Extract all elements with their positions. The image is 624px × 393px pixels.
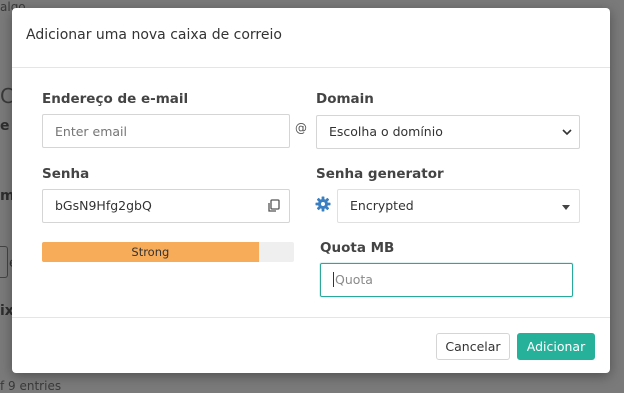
caret-down-icon <box>562 205 570 210</box>
background-label-fragment: e <box>0 118 10 134</box>
password-label: Senha <box>42 166 90 182</box>
domain-select[interactable]: Escolha o domínio <box>316 115 580 149</box>
chevron-down-icon <box>562 129 572 136</box>
password-generator-select[interactable]: Encrypted <box>337 189 580 223</box>
modal-title: Adicionar uma nova caixa de correio <box>26 27 282 43</box>
password-strength-text: Strong <box>131 245 170 259</box>
password-generator-value: Encrypted <box>350 198 414 213</box>
background-select-fragment <box>0 246 8 278</box>
password-value: bGsN9Hfg2gbQ <box>55 198 152 213</box>
domain-label: Domain <box>316 91 374 107</box>
password-field[interactable]: bGsN9Hfg2gbQ <box>42 189 290 223</box>
add-mailbox-modal: Adicionar uma nova caixa de correio Ende… <box>12 8 610 373</box>
password-generator-label: Senha generator <box>316 166 444 182</box>
background-entries-text: f 9 entries <box>0 379 62 393</box>
text-cursor <box>333 272 334 287</box>
quota-label: Quota MB <box>320 240 395 256</box>
email-input[interactable] <box>42 114 290 148</box>
copy-icon[interactable] <box>267 199 281 213</box>
cancel-button[interactable]: Cancelar <box>436 333 510 360</box>
email-label: Endereço de e-mail <box>42 91 189 107</box>
quota-input[interactable]: Quota <box>320 263 573 297</box>
add-button[interactable]: Adicionar <box>517 333 595 360</box>
quota-placeholder: Quota <box>335 272 373 287</box>
gear-icon[interactable] <box>315 196 331 212</box>
modal-header: Adicionar uma nova caixa de correio <box>12 8 610 68</box>
domain-select-value: Escolha o domínio <box>329 124 443 139</box>
at-sign: @ <box>295 121 307 135</box>
password-strength-bar: Strong <box>42 242 294 262</box>
